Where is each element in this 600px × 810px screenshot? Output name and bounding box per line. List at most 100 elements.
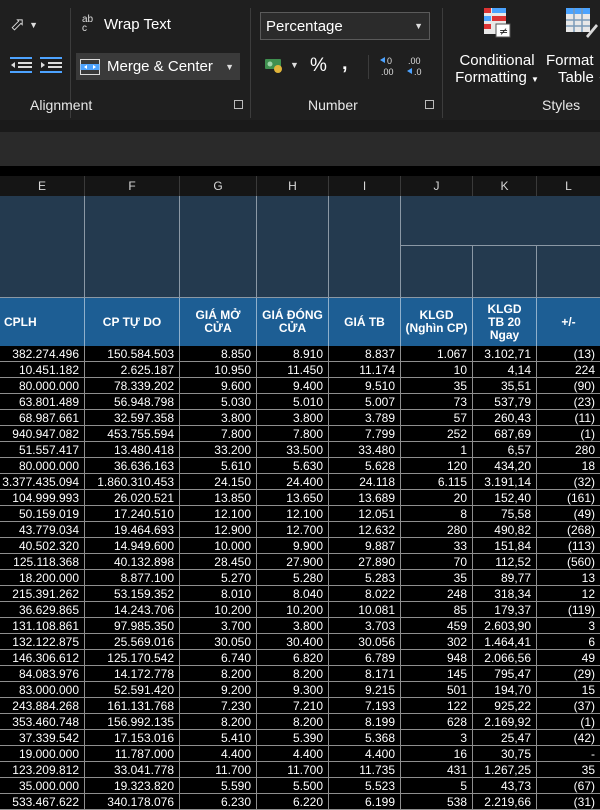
cell-cplh[interactable]: 146.306.612	[0, 650, 85, 666]
cell-klgd[interactable]: 20	[401, 490, 473, 506]
cell-cp-tu-do[interactable]: 53.159.352	[85, 586, 180, 602]
cell-cp-tu-do[interactable]: 161.131.768	[85, 698, 180, 714]
blank-cell[interactable]	[329, 196, 401, 298]
cell-cplh[interactable]: 123.209.812	[0, 762, 85, 778]
cell-change[interactable]: (1)	[537, 714, 600, 730]
cell-gia-mo-cua[interactable]: 11.700	[180, 762, 257, 778]
cell-gia-mo-cua[interactable]: 7.230	[180, 698, 257, 714]
cell-cplh[interactable]: 132.122.875	[0, 634, 85, 650]
cell-gia-dong-cua[interactable]: 27.900	[257, 554, 329, 570]
header-cplh[interactable]: CPLH	[0, 298, 85, 346]
cell-gia-tb[interactable]: 5.283	[329, 570, 401, 586]
cell-klgd-tb-20[interactable]: 89,77	[473, 570, 537, 586]
cell-gia-dong-cua[interactable]: 7.210	[257, 698, 329, 714]
cell-gia-mo-cua[interactable]: 3.800	[180, 410, 257, 426]
cell-klgd-tb-20[interactable]: 25,47	[473, 730, 537, 746]
cell-gia-mo-cua[interactable]: 33.200	[180, 442, 257, 458]
cell-change[interactable]: (31)	[537, 794, 600, 810]
cell-cplh[interactable]: 215.391.262	[0, 586, 85, 602]
cell-cp-tu-do[interactable]: 25.569.016	[85, 634, 180, 650]
cell-cplh[interactable]: 80.000.000	[0, 378, 85, 394]
cell-gia-dong-cua[interactable]: 5.280	[257, 570, 329, 586]
accounting-format-button[interactable]: ▼	[264, 56, 299, 74]
cell-klgd-tb-20[interactable]: 795,47	[473, 666, 537, 682]
cell-gia-mo-cua[interactable]: 5.270	[180, 570, 257, 586]
cell-cp-tu-do[interactable]: 33.041.778	[85, 762, 180, 778]
column-header-g[interactable]: G	[180, 176, 257, 196]
cell-cplh[interactable]: 68.987.661	[0, 410, 85, 426]
wrap-text-button[interactable]: ab c Wrap Text	[82, 15, 171, 34]
cell-gia-mo-cua[interactable]: 8.850	[180, 346, 257, 362]
cell-klgd[interactable]: 280	[401, 522, 473, 538]
cell-gia-tb[interactable]: 5.523	[329, 778, 401, 794]
column-header-i[interactable]: I	[329, 176, 401, 196]
cell-gia-dong-cua[interactable]: 33.500	[257, 442, 329, 458]
cell-cplh[interactable]: 533.467.622	[0, 794, 85, 810]
cell-gia-tb[interactable]: 10.081	[329, 602, 401, 618]
cell-klgd-tb-20[interactable]: 260,43	[473, 410, 537, 426]
header-cp-tu-do[interactable]: CP TỰ DO	[85, 298, 180, 346]
cell-klgd[interactable]: 33	[401, 538, 473, 554]
column-header-l[interactable]: L	[537, 176, 600, 196]
cell-gia-tb[interactable]: 6.789	[329, 650, 401, 666]
cell-gia-mo-cua[interactable]: 10.950	[180, 362, 257, 378]
cell-gia-tb[interactable]: 27.890	[329, 554, 401, 570]
cell-gia-tb[interactable]: 3.789	[329, 410, 401, 426]
cell-gia-dong-cua[interactable]: 7.800	[257, 426, 329, 442]
cell-cp-tu-do[interactable]: 19.464.693	[85, 522, 180, 538]
cell-gia-dong-cua[interactable]: 6.220	[257, 794, 329, 810]
header-klgd[interactable]: KLGD (Nghìn CP)	[401, 298, 473, 346]
cell-change[interactable]: 13	[537, 570, 600, 586]
cell-cp-tu-do[interactable]: 19.323.820	[85, 778, 180, 794]
cell-klgd[interactable]: 16	[401, 746, 473, 762]
cell-cp-tu-do[interactable]: 1.860.310.453	[85, 474, 180, 490]
cell-klgd[interactable]: 73	[401, 394, 473, 410]
cell-gia-dong-cua[interactable]: 9.400	[257, 378, 329, 394]
cell-gia-dong-cua[interactable]: 9.300	[257, 682, 329, 698]
cell-gia-mo-cua[interactable]: 24.150	[180, 474, 257, 490]
cell-gia-tb[interactable]: 4.400	[329, 746, 401, 762]
cell-klgd[interactable]: 628	[401, 714, 473, 730]
cell-change[interactable]: (1)	[537, 426, 600, 442]
cell-cp-tu-do[interactable]: 78.339.202	[85, 378, 180, 394]
cell-gia-mo-cua[interactable]: 4.400	[180, 746, 257, 762]
cell-cplh[interactable]: 50.159.019	[0, 506, 85, 522]
cell-change[interactable]: -	[537, 746, 600, 762]
cell-gia-dong-cua[interactable]: 9.900	[257, 538, 329, 554]
cell-cplh[interactable]: 51.557.417	[0, 442, 85, 458]
cell-klgd[interactable]: 10	[401, 362, 473, 378]
blank-cell[interactable]	[257, 196, 329, 298]
cell-change[interactable]: 49	[537, 650, 600, 666]
cell-cp-tu-do[interactable]: 14.172.778	[85, 666, 180, 682]
cell-cplh[interactable]: 10.451.182	[0, 362, 85, 378]
cell-cplh[interactable]: 19.000.000	[0, 746, 85, 762]
cell-gia-mo-cua[interactable]: 13.850	[180, 490, 257, 506]
cell-klgd-tb-20[interactable]: 152,40	[473, 490, 537, 506]
cell-cp-tu-do[interactable]: 17.240.510	[85, 506, 180, 522]
cell-change[interactable]: (37)	[537, 698, 600, 714]
cell-gia-dong-cua[interactable]: 5.010	[257, 394, 329, 410]
header-klgd-tb-20[interactable]: KLGD TB 20 Ngay	[473, 298, 537, 346]
cell-change[interactable]: 6	[537, 634, 600, 650]
cell-cp-tu-do[interactable]: 8.877.100	[85, 570, 180, 586]
cell-cplh[interactable]: 125.118.368	[0, 554, 85, 570]
cell-change[interactable]: 3	[537, 618, 600, 634]
cell-change[interactable]: (119)	[537, 602, 600, 618]
blank-cell[interactable]	[473, 246, 537, 298]
cell-cplh[interactable]: 382.274.496	[0, 346, 85, 362]
cell-klgd-tb-20[interactable]: 179,37	[473, 602, 537, 618]
cell-gia-mo-cua[interactable]: 10.200	[180, 602, 257, 618]
cell-gia-dong-cua[interactable]: 12.700	[257, 522, 329, 538]
cell-cp-tu-do[interactable]: 150.584.503	[85, 346, 180, 362]
cell-cplh[interactable]: 63.801.489	[0, 394, 85, 410]
increase-decimal-button[interactable]: 0 .00	[378, 54, 400, 78]
cell-klgd-tb-20[interactable]: 490,82	[473, 522, 537, 538]
cell-cplh[interactable]: 83.000.000	[0, 682, 85, 698]
cell-klgd-tb-20[interactable]: 3.191,14	[473, 474, 537, 490]
decrease-indent-button[interactable]	[10, 56, 32, 74]
cell-change[interactable]: (42)	[537, 730, 600, 746]
cell-gia-dong-cua[interactable]: 13.650	[257, 490, 329, 506]
cell-gia-tb[interactable]: 6.199	[329, 794, 401, 810]
cell-gia-mo-cua[interactable]: 5.590	[180, 778, 257, 794]
cell-gia-dong-cua[interactable]: 30.400	[257, 634, 329, 650]
